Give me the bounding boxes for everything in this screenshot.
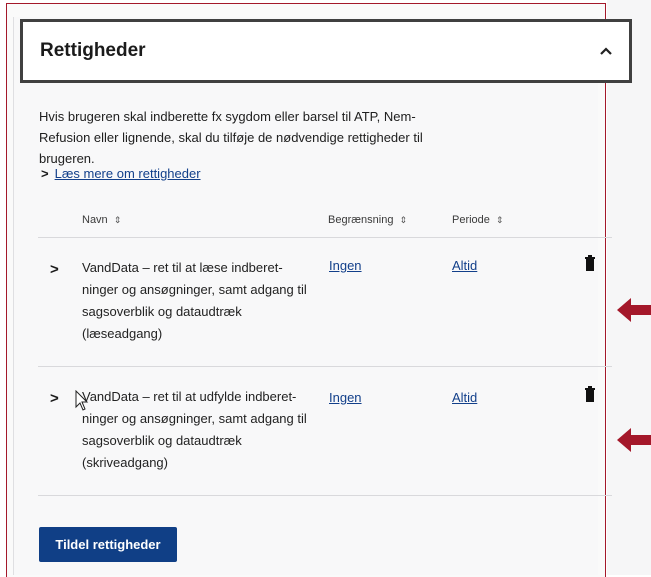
mouse-cursor-icon (75, 390, 89, 411)
limitation-link[interactable]: Ingen (329, 390, 362, 405)
intro-text: Hvis brugeren skal indberette fx sygdom … (39, 109, 423, 166)
right-name: VandData – ret til at læse indberet-ning… (82, 260, 307, 341)
expand-row-icon[interactable]: > (50, 261, 59, 278)
assign-rights-button[interactable]: Tildel rettigheder (39, 527, 177, 562)
sort-icon: ⇕ (495, 214, 504, 225)
red-arrow-icon (617, 298, 651, 322)
trash-icon[interactable] (584, 386, 596, 402)
column-header-name[interactable]: Navn ⇕ (82, 214, 121, 226)
panel-title: Rettigheder (40, 40, 146, 61)
read-more-label: Læs mere om rettigheder (54, 166, 201, 181)
column-header-period[interactable]: Periode ⇕ (452, 214, 503, 226)
column-header-limitation[interactable]: Begrænsning ⇕ (328, 214, 407, 226)
column-label: Periode (452, 214, 490, 226)
trash-icon[interactable] (584, 255, 596, 271)
limitation-link[interactable]: Ingen (329, 258, 362, 273)
sort-icon: ⇕ (113, 214, 122, 225)
expand-row-icon[interactable]: > (50, 390, 59, 407)
table-divider (38, 237, 612, 238)
sort-icon: ⇕ (399, 214, 407, 225)
column-label: Begrænsning (328, 214, 394, 226)
period-link[interactable]: Altid (452, 258, 477, 273)
chevron-up-icon[interactable] (597, 42, 615, 60)
red-arrow-icon (617, 428, 651, 452)
right-name: VandData – ret til at udfylde indberet-n… (82, 389, 307, 470)
table-divider (38, 495, 612, 496)
column-label: Navn (82, 214, 108, 226)
read-more-link[interactable]: > Læs mere om rettigheder (41, 166, 201, 181)
side-gutter (607, 0, 651, 575)
chevron-right-icon: > (41, 166, 49, 181)
period-link[interactable]: Altid (452, 390, 477, 405)
panel-header[interactable]: Rettigheder (20, 19, 632, 83)
table-divider (38, 366, 612, 367)
